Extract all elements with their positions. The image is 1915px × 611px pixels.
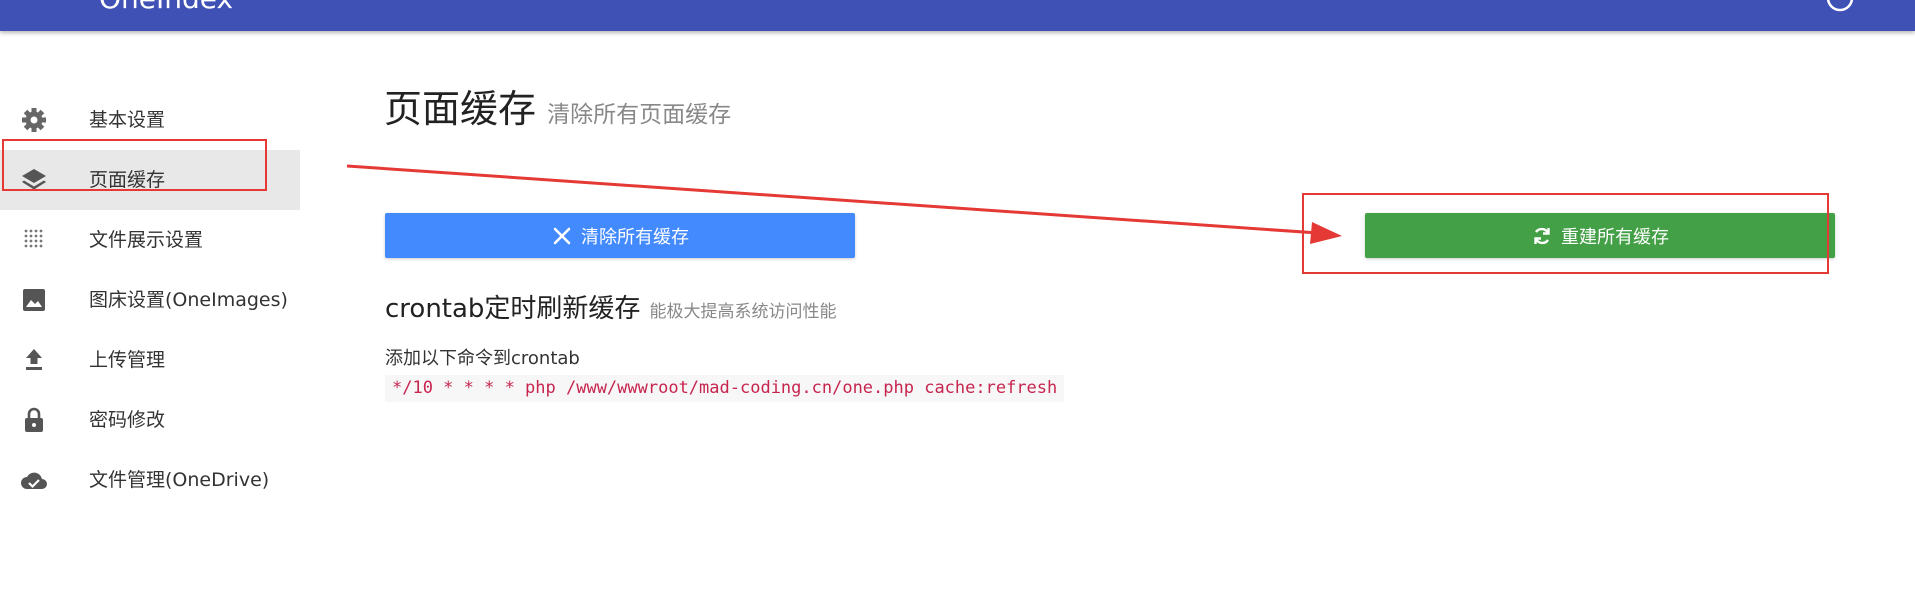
layers-icon — [22, 169, 46, 190]
sidebar-item-password[interactable]: 密码修改 — [0, 390, 300, 450]
app-brand[interactable]: OneIndex — [99, 0, 233, 17]
clear-cache-label: 清除所有缓存 — [581, 226, 689, 248]
sidebar-item-label: 文件展示设置 — [89, 229, 204, 251]
sidebar-item-label: 图床设置(OneImages) — [89, 289, 288, 311]
sidebar-item-label: 上传管理 — [89, 349, 166, 371]
grid-dots-icon — [24, 229, 43, 248]
sidebar-item-image-hosting[interactable]: 图床设置(OneImages) — [0, 270, 300, 330]
sidebar-item-basic-settings[interactable]: 基本设置 — [0, 90, 300, 150]
sidebar-item-page-cache[interactable]: 页面缓存 — [0, 150, 300, 210]
crontab-command: */10 * * * * php /www/wwwroot/mad-coding… — [385, 375, 1065, 402]
lock-icon — [25, 407, 43, 432]
top-app-bar: OneIndex — [0, 0, 1915, 31]
close-icon — [553, 227, 571, 244]
page-title: 页面缓存 清除所有页面缓存 — [384, 78, 731, 133]
page-subtitle: 清除所有页面缓存 — [547, 102, 732, 128]
rebuild-cache-button[interactable]: 重建所有缓存 — [1365, 213, 1835, 258]
account-icon[interactable] — [1825, 0, 1855, 13]
upload-icon — [26, 349, 42, 370]
sidebar-item-label: 页面缓存 — [89, 169, 166, 191]
sidebar-item-file-management[interactable]: 文件管理(OneDrive) — [0, 450, 300, 510]
refresh-icon — [1534, 227, 1550, 244]
crontab-subtitle: 能极大提高系统访问性能 — [649, 302, 837, 322]
clear-cache-button[interactable]: 清除所有缓存 — [385, 213, 855, 258]
sidebar-nav: 基本设置 页面缓存 文件展示设置 图床设置(OneImages) 上传管理 密码… — [0, 90, 300, 510]
crontab-title: crontab定时刷新缓存 — [385, 294, 641, 324]
rebuild-cache-label: 重建所有缓存 — [1561, 226, 1669, 248]
image-icon — [23, 289, 45, 311]
sidebar-item-file-display[interactable]: 文件展示设置 — [0, 210, 300, 270]
sidebar-item-label: 密码修改 — [89, 409, 166, 431]
crontab-section-title: crontab定时刷新缓存 能极大提高系统访问性能 — [385, 288, 837, 325]
crontab-instruction: 添加以下命令到crontab — [385, 348, 580, 369]
sidebar-item-upload-management[interactable]: 上传管理 — [0, 330, 300, 390]
sidebar-item-label: 文件管理(OneDrive) — [89, 469, 270, 491]
sidebar-item-label: 基本设置 — [89, 109, 166, 131]
gear-icon — [22, 108, 46, 132]
page-title-text: 页面缓存 — [384, 87, 537, 131]
cloud-check-icon — [21, 472, 47, 489]
